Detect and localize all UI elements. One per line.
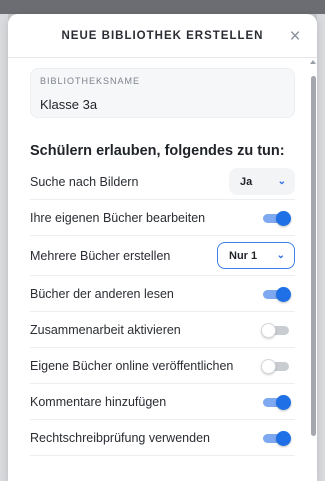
setting-label: Bücher der anderen lesen <box>30 286 174 301</box>
edit-own-books-toggle[interactable] <box>263 210 291 226</box>
permissions-heading: Schülern erlauben, folgendes zu tun: <box>30 143 285 159</box>
setting-label: Eigene Bücher online veröffentlichen <box>30 358 234 373</box>
setting-label: Rechtschreibprüfung verwenden <box>30 430 210 445</box>
create-library-dialog: NEUE BIBLIOTHEK ERSTELLEN × BIBLIOTHEKSN… <box>8 14 317 481</box>
setting-label: Zusammenarbeit aktivieren <box>30 322 181 337</box>
setting-row-edit-own-books: Ihre eigenen Bücher bearbeiten <box>30 200 295 236</box>
setting-label: Mehrere Bücher erstellen <box>30 248 171 263</box>
setting-row-spellcheck: Rechtschreibprüfung verwenden <box>30 420 295 456</box>
read-others-books-toggle[interactable] <box>263 286 291 302</box>
setting-label: Kommentare hinzufügen <box>30 394 167 409</box>
dialog-body: BIBLIOTHEKSNAME Klasse 3a Schülern erlau… <box>8 59 317 481</box>
setting-row-search-images: Suche nach Bildern Ja ⌄ <box>30 164 295 200</box>
setting-row-multiple-books: Mehrere Bücher erstellen Nur 1 ⌄ <box>30 236 295 276</box>
setting-row-read-others-books: Bücher der anderen lesen <box>30 276 295 312</box>
setting-row-collaboration: Zusammenarbeit aktivieren <box>30 312 295 348</box>
library-name-input[interactable]: Klasse 3a <box>40 97 286 112</box>
toggle-knob <box>276 286 291 302</box>
setting-label: Suche nach Bildern <box>30 174 139 189</box>
dialog-title: NEUE BIBLIOTHEK ERSTELLEN <box>61 29 264 42</box>
backdrop-right <box>317 14 325 481</box>
search-images-select[interactable]: Ja ⌄ <box>229 168 295 195</box>
setting-row-comments: Kommentare hinzufügen <box>30 384 295 420</box>
library-name-label: BIBLIOTHEKSNAME <box>40 76 141 86</box>
multiple-books-select[interactable]: Nur 1 ⌄ <box>217 242 295 269</box>
chevron-down-icon: ⌄ <box>276 250 285 261</box>
comments-toggle[interactable] <box>263 394 291 410</box>
chevron-down-icon: ⌄ <box>277 176 286 187</box>
toggle-knob <box>276 210 291 226</box>
close-icon[interactable]: × <box>285 26 305 46</box>
dialog-header: NEUE BIBLIOTHEK ERSTELLEN × <box>8 14 317 58</box>
setting-label: Ihre eigenen Bücher bearbeiten <box>30 210 206 225</box>
select-value: Nur 1 <box>229 249 258 262</box>
collaboration-toggle[interactable] <box>261 322 291 338</box>
toggle-knob <box>276 430 291 446</box>
backdrop-left <box>0 14 8 481</box>
spellcheck-toggle[interactable] <box>263 430 291 446</box>
publish-online-toggle[interactable] <box>261 358 291 374</box>
toggle-knob <box>261 322 276 338</box>
library-name-field[interactable]: BIBLIOTHEKSNAME Klasse 3a <box>30 68 295 118</box>
backdrop <box>0 0 325 14</box>
select-value: Ja <box>240 175 253 188</box>
toggle-knob <box>276 394 291 410</box>
toggle-knob <box>261 358 276 374</box>
setting-row-publish-online: Eigene Bücher online veröffentlichen <box>30 348 295 384</box>
